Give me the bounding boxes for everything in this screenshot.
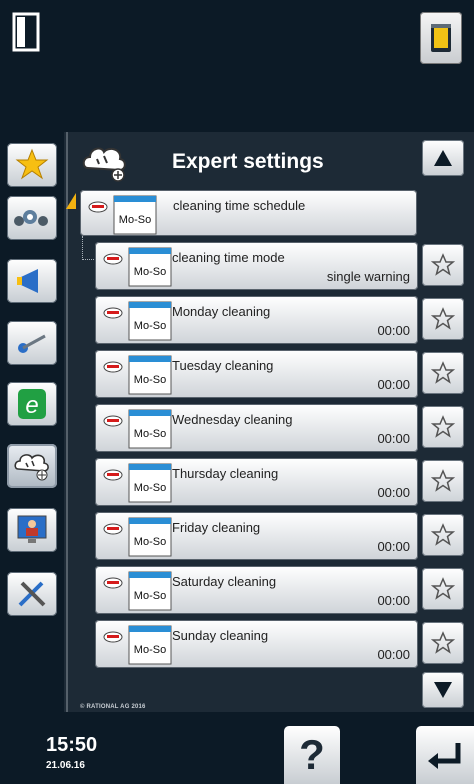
status-indicator-button[interactable] (420, 12, 462, 64)
user-monitor-icon (17, 515, 47, 543)
schedule-icon-label: Mo-So (134, 266, 166, 278)
setting-row[interactable]: Mo-So Sunday cleaning 00:00 (95, 620, 418, 668)
scroll-up-button[interactable] (422, 140, 464, 176)
star-outline-icon (431, 361, 455, 384)
schedule-icon-label: Mo-So (134, 482, 166, 494)
star-outline-icon (431, 415, 455, 438)
top-bar (0, 0, 474, 132)
setting-label: cleaning time mode (172, 250, 285, 265)
schedule-warning-icon: Mo-So (103, 571, 172, 611)
page-title: Expert settings (172, 150, 324, 173)
copyright-notice: © RATIONAL AG 2016 (80, 704, 146, 710)
setting-label: Monday cleaning (172, 304, 271, 319)
settings-group-cleaning-time-schedule[interactable]: Mo-So cleaning time schedule (80, 190, 417, 236)
expert-settings-icon (14, 454, 49, 481)
svg-text:e: e (25, 392, 38, 419)
sidebar-item-expert-settings[interactable] (7, 444, 57, 488)
help-button[interactable]: ? (284, 726, 340, 784)
back-arrow-icon (428, 743, 461, 769)
add-favorite-button[interactable] (422, 622, 464, 664)
back-button[interactable] (416, 726, 474, 784)
add-favorite-button[interactable] (422, 514, 464, 556)
efficiency-e-icon: e (18, 389, 46, 419)
tree-connector (82, 236, 84, 260)
triangle-up-icon (434, 150, 452, 166)
oven-icon[interactable] (12, 12, 40, 52)
schedule-warning-icon: Mo-So (103, 247, 172, 287)
left-sidebar: e (0, 132, 64, 712)
setting-value: 00:00 (377, 323, 410, 338)
gauges-icon (14, 210, 48, 226)
schedule-icon-label: Mo-So (134, 374, 166, 386)
sidebar-item-announcements[interactable] (7, 259, 57, 303)
setting-label: Wednesday cleaning (172, 412, 293, 427)
setting-row[interactable]: Mo-So cleaning time mode single warning (95, 242, 418, 290)
schedule-warning-icon: Mo-So (103, 463, 172, 503)
sidebar-item-service[interactable] (7, 572, 57, 616)
setting-label: Tuesday cleaning (172, 358, 274, 373)
add-favorite-button[interactable] (422, 352, 464, 394)
setting-row[interactable]: Mo-So Tuesday cleaning 00:00 (95, 350, 418, 398)
schedule-warning-icon: Mo-So (88, 195, 157, 235)
sidebar-item-efficiency[interactable]: e (7, 382, 57, 426)
star-outline-icon (431, 307, 455, 330)
schedule-icon-label: Mo-So (134, 644, 166, 656)
tools-icon (18, 334, 46, 353)
schedule-warning-icon: Mo-So (103, 517, 172, 557)
expert-settings-header-icon (82, 147, 126, 182)
setting-row[interactable]: Mo-So Friday cleaning 00:00 (95, 512, 418, 560)
setting-row[interactable]: Mo-So Monday cleaning 00:00 (95, 296, 418, 344)
clock-time: 15:50 (46, 734, 98, 756)
schedule-icon-label: Mo-So (119, 214, 151, 226)
tree-connector (82, 259, 96, 261)
sidebar-item-tools[interactable] (7, 321, 57, 365)
setting-value: 00:00 (377, 593, 410, 608)
add-favorite-button[interactable] (422, 298, 464, 340)
setting-label: Saturday cleaning (172, 574, 277, 589)
schedule-icon-label: Mo-So (134, 590, 166, 602)
sidebar-item-user-profile[interactable] (7, 508, 57, 552)
cleaning-time-schedule-label: cleaning time schedule (173, 198, 306, 213)
setting-label: Thursday cleaning (172, 466, 279, 481)
megaphone-icon (17, 269, 38, 293)
triangle-down-icon (434, 682, 452, 698)
star-icon (15, 148, 49, 180)
setting-row[interactable]: Mo-So Thursday cleaning 00:00 (95, 458, 418, 506)
schedule-warning-icon: Mo-So (103, 355, 172, 395)
star-outline-icon (431, 631, 455, 654)
setting-row[interactable]: Mo-So Wednesday cleaning 00:00 (95, 404, 418, 452)
setting-value: 00:00 (377, 485, 410, 500)
setting-value: single warning (326, 269, 410, 284)
setting-value: 00:00 (377, 431, 410, 446)
clock-date: 21.06.16 (46, 760, 85, 771)
star-outline-icon (431, 253, 455, 276)
schedule-warning-icon: Mo-So (103, 301, 172, 341)
schedule-warning-icon: Mo-So (103, 625, 172, 665)
sidebar-item-favorites[interactable] (7, 143, 57, 187)
setting-value: 00:00 (377, 377, 410, 392)
schedule-icon-label: Mo-So (134, 320, 166, 332)
setting-value: 00:00 (377, 647, 410, 662)
setting-row[interactable]: Mo-So Saturday cleaning 00:00 (95, 566, 418, 614)
star-outline-icon (431, 523, 455, 546)
sidebar-divider (66, 132, 68, 712)
setting-label: Sunday cleaning (172, 628, 269, 643)
schedule-icon-label: Mo-So (134, 428, 166, 440)
add-favorite-button[interactable] (422, 460, 464, 502)
schedule-icon-label: Mo-So (134, 536, 166, 548)
add-favorite-button[interactable] (422, 244, 464, 286)
setting-label: Friday cleaning (172, 520, 261, 535)
service-tools-icon (18, 581, 46, 607)
sidebar-item-gauges[interactable] (7, 196, 57, 240)
oven-status-icon (431, 24, 451, 52)
add-favorite-button[interactable] (422, 406, 464, 448)
star-outline-icon (431, 577, 455, 600)
scroll-down-button[interactable] (422, 672, 464, 708)
setting-value: 00:00 (377, 539, 410, 554)
add-favorite-button[interactable] (422, 568, 464, 610)
schedule-warning-icon: Mo-So (103, 409, 172, 449)
selection-marker (66, 193, 76, 209)
star-outline-icon (431, 469, 455, 492)
